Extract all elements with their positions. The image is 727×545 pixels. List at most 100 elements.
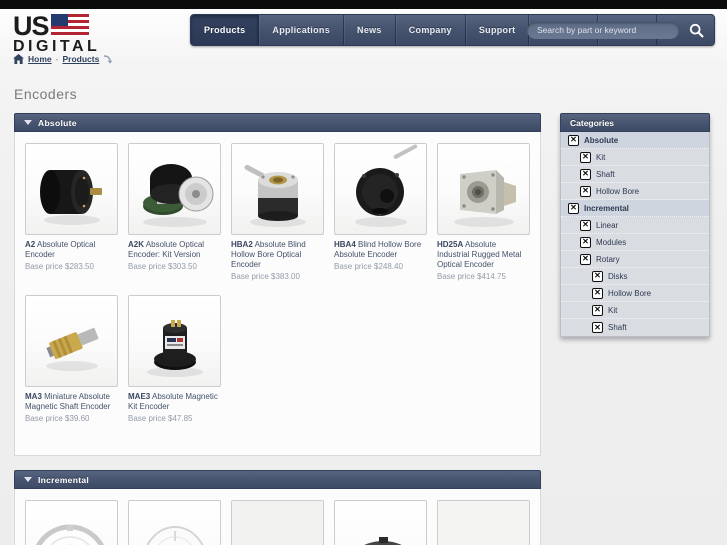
remove-filter-checkbox-icon[interactable]: ✕ [568,134,579,146]
remove-filter-checkbox-icon[interactable]: ✕ [580,236,591,248]
product-name: HBA2 Absolute Blind Hollow Bore Optical … [231,240,324,270]
product-photo [437,143,530,235]
remove-filter-checkbox-icon[interactable]: ✕ [580,253,591,265]
category-filter-row[interactable]: ✕ Shaft [561,166,709,183]
product-price: Base price $414.75 [437,272,506,281]
logo-text-us: US [13,11,50,41]
category-filter-row[interactable]: ✕ Disks [561,268,709,285]
remove-filter-checkbox-icon[interactable]: ✕ [580,168,591,180]
section-absolute: Absolute A2 Absolute Optical Encoder Bas… [14,113,541,456]
section-incremental-title: Incremental [38,474,90,485]
breadcrumb: Home - Products [13,54,113,64]
category-filter-row[interactable]: ✕ Rotary [561,251,709,268]
a2-encoder-photo [40,170,102,225]
us-flag-icon [50,14,89,36]
product-card[interactable]: HBA2 Absolute Blind Hollow Bore Optical … [231,143,324,281]
product-name: MAE3 Absolute Magnetic Kit Encoder [128,392,221,412]
categories-list: ✕ Absolute ✕ Kit ✕ Shaft ✕ Hollow Bore ✕… [560,132,710,337]
remove-filter-checkbox-icon[interactable]: ✕ [580,151,591,163]
category-label: Hollow Bore [608,288,652,298]
product-code: HD25A [437,240,464,249]
category-label: Hollow Bore [596,186,640,196]
product-code: A2 [25,240,36,249]
section-incremental-header[interactable]: Incremental [14,470,541,489]
remove-filter-checkbox-icon[interactable]: ✕ [580,185,591,197]
product-code: HBA2 [231,240,253,249]
product-photo [334,500,427,545]
product-photo [25,295,118,387]
product-card[interactable] [437,500,530,545]
incremental-product-grid [25,500,530,545]
remove-filter-checkbox-icon[interactable]: ✕ [592,304,603,316]
category-label: Absolute [584,135,619,145]
category-filter-row[interactable]: ✕ Linear [561,217,709,234]
product-card[interactable]: A2 Absolute Optical Encoder Base price $… [25,143,118,281]
clear-disk-photo [35,524,105,545]
category-label: Kit [608,305,618,315]
category-filter-row[interactable]: ✕ Hollow Bore [561,285,709,302]
product-code: HBA4 [334,240,356,249]
section-absolute-title: Absolute [38,117,77,128]
mylar-disk-photo [146,526,204,545]
category-filter-row[interactable]: ✕ Hollow Bore [561,183,709,200]
product-photo [128,295,221,387]
product-card[interactable]: MAE3 Absolute Magnetic Kit Encoder Base … [128,295,221,423]
encoder-module-photo [232,501,323,545]
breadcrumb-products-link[interactable]: Products [62,54,99,64]
product-card[interactable]: HD25A Absolute Industrial Rugged Metal O… [437,143,530,281]
product-card[interactable] [334,500,427,545]
category-filter-row[interactable]: ✕ Modules [561,234,709,251]
category-filter-row[interactable]: ✕ Shaft [561,319,709,336]
product-photo [437,500,530,545]
product-photo [231,143,324,235]
product-name: HBA4 Blind Hollow Bore Absolute Encoder [334,240,427,260]
hub-disk-photo [364,537,402,545]
remove-filter-checkbox-icon[interactable]: ✕ [592,322,603,333]
category-filter-row[interactable]: ✕ Kit [561,149,709,166]
product-code: MA3 [25,392,42,401]
category-filter-row[interactable]: ✕ Absolute [561,132,709,149]
product-price: Base price $383.00 [231,272,300,281]
category-filter-row[interactable]: ✕ Kit [561,302,709,319]
curved-arrow-icon [104,54,113,64]
remove-filter-checkbox-icon[interactable]: ✕ [592,287,603,299]
category-label: Rotary [596,254,620,264]
product-card[interactable] [231,500,324,545]
hd25a-encoder-photo [454,170,516,227]
product-code: MAE3 [128,392,151,401]
product-card[interactable]: A2K Absolute Optical Encoder: Kit Versio… [128,143,221,281]
section-incremental: Incremental [14,470,541,545]
product-price: Base price $39.60 [25,414,90,423]
search-input[interactable] [527,21,679,39]
collapse-caret-icon [24,120,32,125]
product-name: MA3 Miniature Absolute Magnetic Shaft En… [25,392,118,412]
category-label: Modules [596,237,627,247]
remove-filter-checkbox-icon[interactable]: ✕ [592,270,603,282]
product-card[interactable] [25,500,118,545]
category-filter-row[interactable]: ✕ Incremental [561,200,709,217]
product-photo [25,143,118,235]
us-digital-logo[interactable]: US DIGITAL [13,11,133,55]
product-photo [334,143,427,235]
product-photo [128,500,221,545]
remove-filter-checkbox-icon[interactable]: ✕ [580,219,591,231]
section-absolute-header[interactable]: Absolute [14,113,541,132]
product-card[interactable] [128,500,221,545]
top-black-bar [0,0,727,9]
product-card[interactable]: MA3 Miniature Absolute Magnetic Shaft En… [25,295,118,423]
collapse-caret-icon [24,477,32,482]
product-photo [128,143,221,235]
a2k-kit-photo [143,164,214,227]
breadcrumb-home-link[interactable]: Home [28,54,52,64]
product-description: Absolute Optical Encoder [25,240,96,259]
absolute-product-grid: A2 Absolute Optical Encoder Base price $… [25,143,530,423]
remove-filter-checkbox-icon[interactable]: ✕ [568,202,579,214]
search-button[interactable] [685,19,707,41]
product-card[interactable]: HBA4 Blind Hollow Bore Absolute Encoder … [334,143,427,281]
product-photo [231,500,324,545]
categories-title: Categories [570,117,614,128]
category-label: Shaft [608,323,627,332]
product-name: A2 Absolute Optical Encoder [25,240,118,260]
product-price: Base price $47.85 [128,414,193,423]
logo-text-digital: DIGITAL [13,38,101,55]
